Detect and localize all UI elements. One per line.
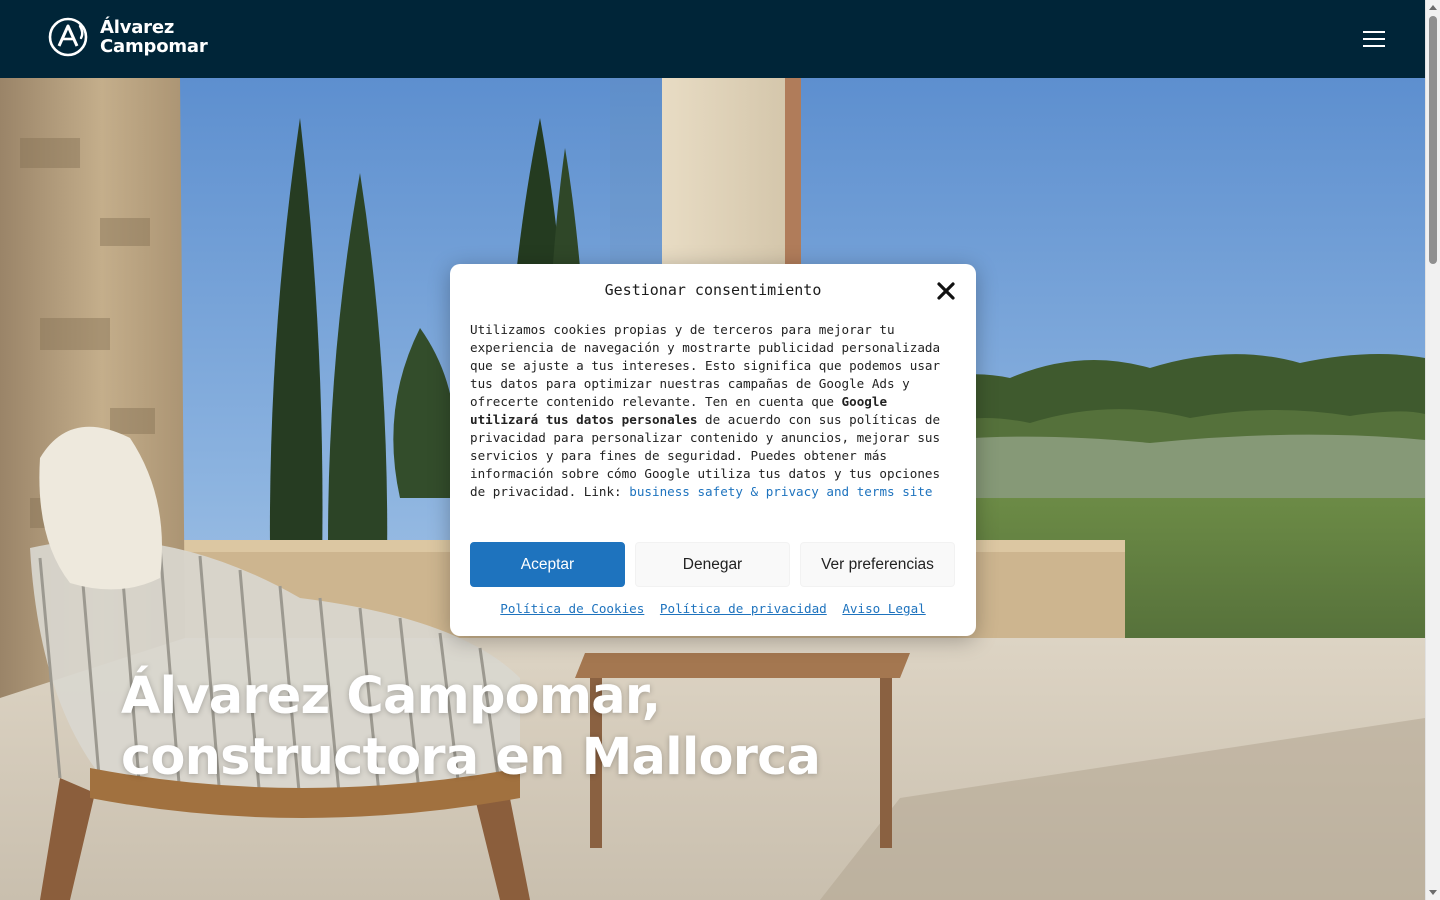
consent-message: Utilizamos cookies propias y de terceros… bbox=[470, 321, 960, 501]
hero-title: Álvarez Campomar, constructora en Mallor… bbox=[121, 666, 821, 788]
legal-notice-link[interactable]: Aviso Legal bbox=[842, 601, 925, 616]
menu-bar bbox=[1363, 45, 1385, 47]
privacy-policy-link[interactable]: Política de privacidad bbox=[660, 601, 827, 616]
logo-text: Álvarez Campomar bbox=[100, 18, 208, 56]
hero-title-line1: Álvarez Campomar, bbox=[121, 667, 661, 726]
hero-title-line2: constructora en Mallorca bbox=[121, 728, 821, 787]
close-icon[interactable] bbox=[934, 279, 958, 303]
consent-footer-links: Política de Cookies Política de privacid… bbox=[450, 600, 976, 618]
deny-button[interactable]: Denegar bbox=[635, 542, 790, 587]
page: Álvarez Campomar Álvarez Campomar, const… bbox=[0, 0, 1440, 900]
vertical-scrollbar[interactable] bbox=[1425, 0, 1440, 900]
scroll-up-arrow-icon[interactable] bbox=[1429, 5, 1437, 10]
view-preferences-button[interactable]: Ver preferencias bbox=[800, 542, 955, 587]
scroll-thumb[interactable] bbox=[1429, 16, 1437, 264]
cookie-consent-dialog: Gestionar consentimiento Utilizamos cook… bbox=[450, 264, 976, 636]
privacy-terms-link[interactable]: business safety & privacy and terms site bbox=[629, 484, 932, 499]
scroll-down-arrow-icon[interactable] bbox=[1429, 890, 1437, 895]
hamburger-menu-icon[interactable] bbox=[1356, 26, 1392, 52]
cookie-policy-link[interactable]: Política de Cookies bbox=[500, 601, 644, 616]
menu-bar bbox=[1363, 31, 1385, 33]
consent-buttons: Aceptar Denegar Ver preferencias bbox=[470, 542, 956, 587]
consent-title: Gestionar consentimiento bbox=[604, 281, 822, 299]
site-header: Álvarez Campomar bbox=[0, 0, 1425, 78]
accept-button[interactable]: Aceptar bbox=[470, 542, 625, 587]
logo-line1: Álvarez bbox=[100, 17, 175, 38]
logo-mark-icon bbox=[48, 17, 88, 57]
logo-line2: Campomar bbox=[100, 36, 208, 57]
logo-link[interactable]: Álvarez Campomar bbox=[48, 17, 208, 57]
menu-bar bbox=[1363, 38, 1385, 40]
